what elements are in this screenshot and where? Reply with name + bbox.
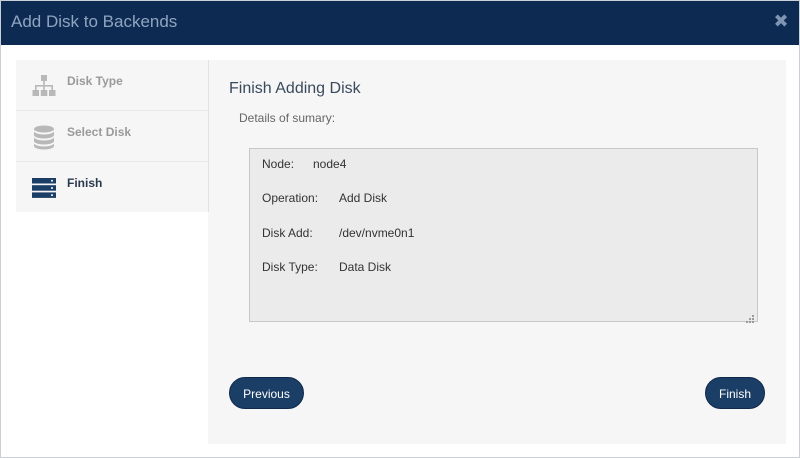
sidebar-item-label: Disk Type	[67, 74, 123, 88]
summary-subtitle: Details of sumary:	[239, 111, 336, 125]
summary-row-operation: Operation: Add Disk	[262, 191, 387, 205]
summary-key: Node:	[262, 157, 295, 171]
summary-row-node: Node: node4	[262, 157, 346, 171]
summary-row-disk-add: Disk Add: /dev/nvme0n1	[262, 226, 414, 240]
close-icon[interactable]: ✖	[773, 12, 789, 30]
sidebar-item-disk-type[interactable]: Disk Type	[16, 60, 208, 111]
dialog-body: Disk Type Select Disk Finish Finish Addi…	[16, 60, 786, 444]
summary-key: Disk Type:	[262, 260, 318, 274]
server-icon	[31, 175, 57, 201]
step-title: Finish Adding Disk	[229, 80, 361, 97]
sitemap-icon	[31, 73, 57, 99]
summary-key: Operation:	[262, 191, 319, 205]
summary-textarea[interactable]: Node: node4 Operation: Add Disk Disk Add…	[249, 148, 758, 323]
summary-value: node4	[313, 157, 347, 171]
wizard-content: Finish Adding Disk Details of sumary: No…	[209, 60, 786, 444]
database-icon	[31, 124, 57, 150]
summary-value: /dev/nvme0n1	[339, 226, 415, 240]
sidebar-empty-area	[16, 212, 208, 444]
wizard-sidebar: Disk Type Select Disk Finish	[16, 60, 208, 213]
dialog-title: Add Disk to Backends	[11, 12, 178, 31]
summary-value: Add Disk	[339, 191, 388, 205]
summary-value: Data Disk	[339, 260, 392, 274]
dialog-titlebar: Add Disk to Backends ✖	[1, 1, 799, 45]
sidebar-item-label: Select Disk	[67, 125, 132, 139]
sidebar-item-finish[interactable]: Finish	[16, 162, 208, 213]
add-disk-dialog: Add Disk to Backends ✖ Disk Type Select …	[0, 0, 800, 458]
sidebar-item-label: Finish	[67, 176, 103, 190]
resize-grip-icon[interactable]	[746, 310, 754, 323]
summary-key: Disk Add:	[262, 226, 313, 240]
summary-row-disk-type: Disk Type: Data Disk	[262, 260, 391, 274]
previous-button[interactable]: Previous	[229, 377, 304, 409]
sidebar-item-select-disk[interactable]: Select Disk	[16, 111, 208, 162]
finish-button[interactable]: Finish	[705, 377, 765, 409]
